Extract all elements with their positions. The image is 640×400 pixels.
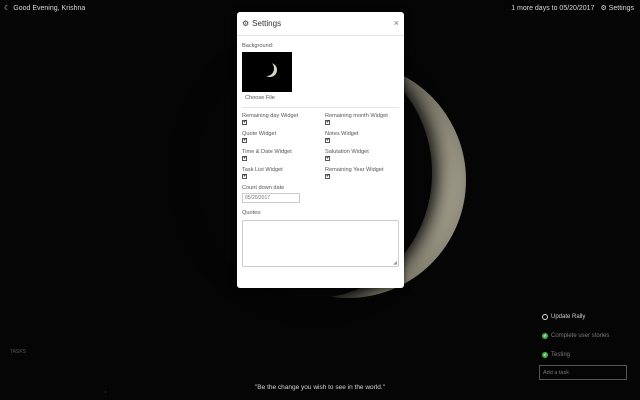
widget-checkbox[interactable]: ✔ <box>325 174 330 179</box>
add-task-input[interactable] <box>539 365 627 380</box>
widget-remaining-year: Remaining Year Widget ✔ <box>325 167 403 184</box>
check-circle-icon[interactable]: ✔ <box>542 332 548 339</box>
widget-label: Remaining Year Widget <box>325 167 384 173</box>
settings-modal: ⚙ Settings × Background: Choose File Rem… <box>237 12 404 288</box>
todo-text: Complete user stories <box>551 332 610 339</box>
widget-label: Time & Date Widget <box>242 149 292 155</box>
countdown-date-input[interactable] <box>242 193 300 203</box>
unchecked-circle-icon[interactable] <box>542 313 548 320</box>
countdown-date-label: Count down date <box>242 185 285 191</box>
widget-options: Remaining day Widget ✔ Remaining month W… <box>242 113 399 184</box>
widget-checkbox[interactable]: ✔ <box>242 156 247 161</box>
quotes-label: Quotes: <box>242 210 262 216</box>
widget-remaining-month: Remaining month Widget ✔ <box>325 113 403 130</box>
divider <box>242 107 399 108</box>
widget-label: Notes Widget <box>325 131 359 137</box>
widget-checkbox[interactable]: ✔ <box>242 138 247 143</box>
widget-label: Remaining day Widget <box>242 113 299 119</box>
greeting-text: Good Evening, Krishna <box>13 4 86 12</box>
countdown-text: 1 more days to 05/20/2017 <box>511 4 595 12</box>
widget-time-date: Time & Date Widget ✔ <box>242 149 325 166</box>
resize-grip-icon[interactable]: ◢ <box>393 260 397 266</box>
settings-link[interactable]: ⚙ Settings <box>600 4 634 12</box>
check-circle-icon[interactable]: ✔ <box>542 351 548 358</box>
widget-label: Quote Widget <box>242 131 277 137</box>
gear-icon: ⚙ <box>242 19 250 28</box>
choose-file-button[interactable]: Choose File <box>245 95 275 101</box>
moon-icon: ☾ <box>4 5 11 12</box>
quote-text: "Be the change you wish to see in the wo… <box>255 384 385 391</box>
greeting: ☾ Good Evening, Krishna <box>4 4 86 13</box>
todo-list: Update Rally ✔ Complete user stories ✔ T… <box>542 307 609 364</box>
widget-label: Task List Widget <box>242 167 283 173</box>
widget-checkbox[interactable]: ✔ <box>325 156 330 161</box>
widget-checkbox[interactable]: ✔ <box>325 138 330 143</box>
todo-item[interactable]: ✔ Testing <box>542 345 609 364</box>
modal-header: ⚙ Settings × <box>237 12 404 36</box>
modal-body: Background: Choose File Remaining day Wi… <box>237 36 404 273</box>
background-thumbnail[interactable] <box>242 52 292 92</box>
widget-label: Remaining month Widget <box>325 113 388 119</box>
widget-salutation: Salutation Widget ✔ <box>325 149 403 166</box>
todo-text: Update Rally <box>551 313 586 320</box>
tasks-label[interactable]: TASKS <box>10 349 26 355</box>
todo-item[interactable]: Update Rally <box>542 307 609 326</box>
todo-item[interactable]: ✔ Complete user stories <box>542 326 609 345</box>
settings-label: Settings <box>608 5 634 12</box>
background-label: Background: <box>242 43 274 49</box>
widget-notes: Notes Widget ✔ <box>325 131 403 148</box>
crescent-mask <box>260 61 274 76</box>
modal-title: Settings <box>252 19 282 28</box>
widget-remaining-day: Remaining day Widget ✔ <box>242 113 325 130</box>
widget-checkbox[interactable]: ✔ <box>242 120 247 125</box>
widget-label: Salutation Widget <box>325 149 369 155</box>
gear-icon: ⚙ <box>600 5 607 12</box>
top-right-bar: 1 more days to 05/20/2017 ⚙ Settings <box>511 4 634 13</box>
todo-text: Testing <box>551 351 571 358</box>
widget-task-list: Task List Widget ✔ <box>242 167 325 184</box>
close-button[interactable]: × <box>394 18 399 28</box>
quotes-textarea[interactable]: ◢ <box>242 220 399 267</box>
widget-quote: Quote Widget ✔ <box>242 131 325 148</box>
widget-checkbox[interactable]: ✔ <box>242 174 247 179</box>
widget-checkbox[interactable]: ✔ <box>325 120 330 125</box>
